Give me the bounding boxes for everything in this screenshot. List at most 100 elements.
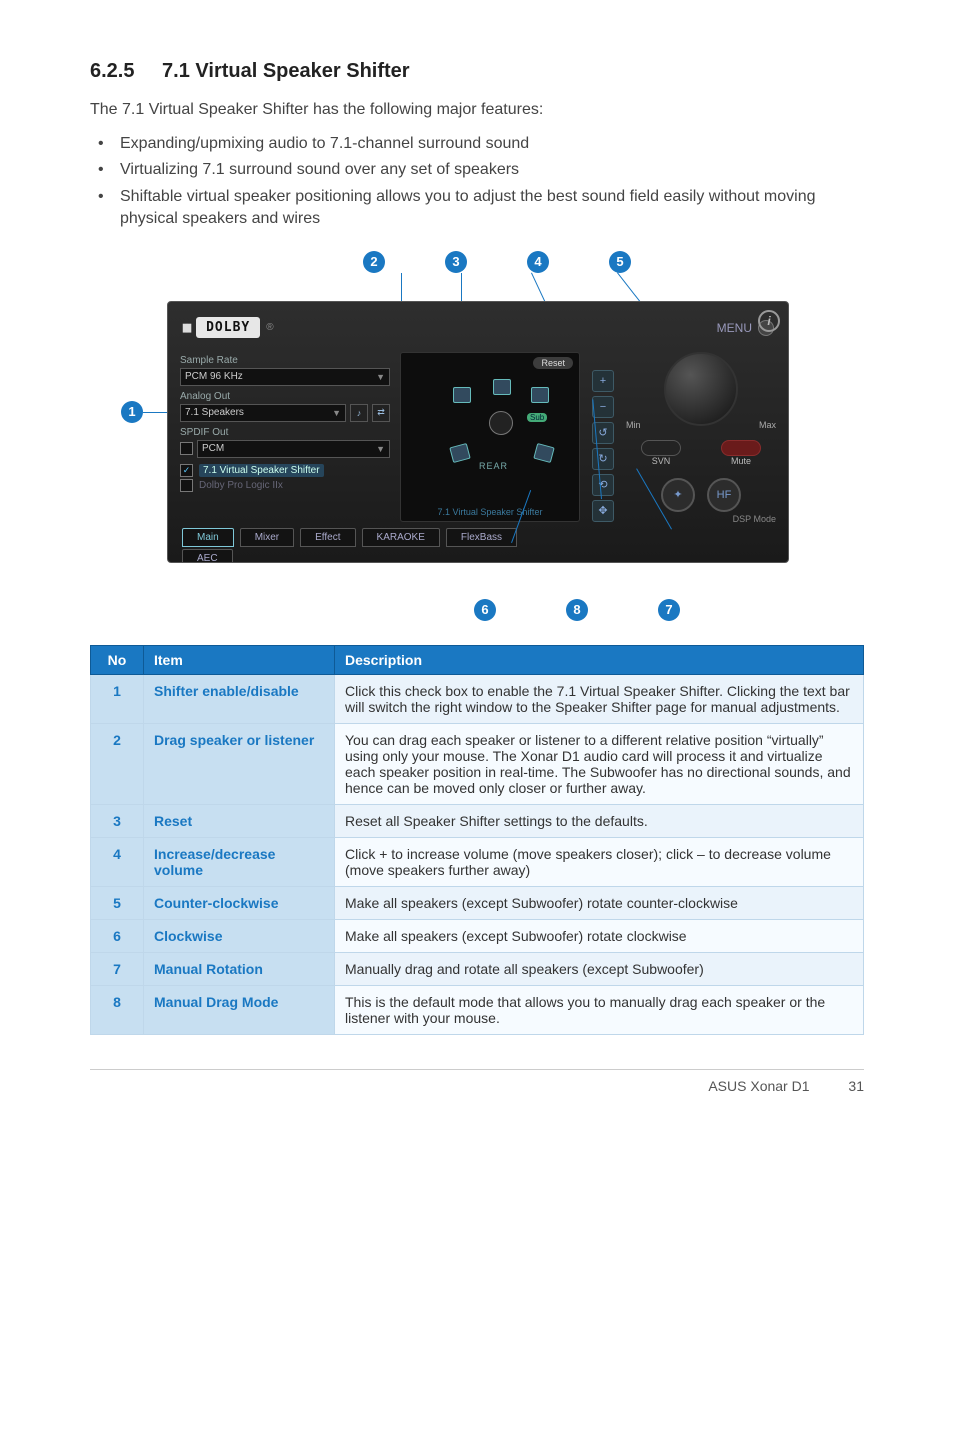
cell-no: 8 <box>91 985 144 1034</box>
col-desc-header: Description <box>335 645 864 674</box>
leader-line <box>143 412 167 413</box>
table-row: 4 Increase/decrease volume Click + to in… <box>91 837 864 886</box>
callout-row-bottom: 6 8 7 <box>97 599 857 621</box>
speaker-icon[interactable] <box>533 443 555 463</box>
table-row: 6 Clockwise Make all speakers (except Su… <box>91 919 864 952</box>
volume-plus-button[interactable]: + <box>592 370 614 392</box>
hf-label: HF <box>717 489 732 501</box>
tab-flexbass[interactable]: FlexBass <box>446 528 517 547</box>
knob-icon <box>664 352 738 426</box>
speaker-icon[interactable] <box>453 387 471 403</box>
callout-bubble: 7 <box>658 599 680 621</box>
shifter-enable-label[interactable]: 7.1 Virtual Speaker Shifter <box>199 464 324 477</box>
cell-item: Counter-clockwise <box>144 886 335 919</box>
tab-effect[interactable]: Effect <box>300 528 355 547</box>
cell-no: 2 <box>91 723 144 804</box>
section-title-text: 7.1 Virtual Speaker Shifter <box>162 60 410 82</box>
cell-desc: Click + to increase volume (move speaker… <box>335 837 864 886</box>
description-table: No Item Description 1 Shifter enable/dis… <box>90 645 864 1035</box>
speaker-shifter-canvas[interactable]: Reset Sub REAR 7.1 Virtual Speaker Shift… <box>400 352 580 522</box>
cell-item: Shifter enable/disable <box>144 674 335 723</box>
speaker-icon[interactable] <box>449 443 471 463</box>
table-body: 1 Shifter enable/disable Click this chec… <box>91 674 864 1034</box>
callout-bubble: 4 <box>527 251 549 273</box>
manual-drag-button[interactable]: ✥ <box>592 500 614 522</box>
cell-desc: Click this check box to enable the 7.1 V… <box>335 674 864 723</box>
cell-desc: This is the default mode that allows you… <box>335 985 864 1034</box>
sample-rate-select[interactable]: PCM 96 KHz ▼ <box>180 368 390 386</box>
dsp-mode-label: DSP Mode <box>733 514 776 524</box>
listener-icon[interactable] <box>489 411 513 435</box>
menu-label: MENU <box>717 321 752 335</box>
speaker-test-button[interactable]: ♪ <box>350 404 368 422</box>
left-control-panel: Sample Rate PCM 96 KHz ▼ Analog Out 7.1 … <box>180 352 390 522</box>
dolby-pl2x-checkbox[interactable] <box>180 479 193 492</box>
chevron-down-icon: ▼ <box>376 441 385 457</box>
cell-no: 1 <box>91 674 144 723</box>
tab-main[interactable]: Main <box>182 528 234 547</box>
canvas-title: 7.1 Virtual Speaker Shifter <box>401 507 579 517</box>
shifter-enable-checkbox[interactable] <box>180 464 193 477</box>
volume-knob[interactable] <box>646 352 756 426</box>
intro-paragraph: The 7.1 Virtual Speaker Shifter has the … <box>90 101 864 119</box>
reset-button[interactable]: Reset <box>533 357 573 369</box>
table-row: 3 Reset Reset all Speaker Shifter settin… <box>91 804 864 837</box>
cell-desc: Reset all Speaker Shifter settings to th… <box>335 804 864 837</box>
cell-item: Increase/decrease volume <box>144 837 335 886</box>
mute-label: Mute <box>721 456 761 466</box>
info-icon[interactable]: i <box>758 310 780 332</box>
cell-desc: Make all speakers (except Subwoofer) rot… <box>335 919 864 952</box>
manual-rotate-button[interactable]: ⟲ <box>592 474 614 496</box>
callout-bubble: 2 <box>363 251 385 273</box>
table-row: 5 Counter-clockwise Make all speakers (e… <box>91 886 864 919</box>
knob-max-label: Max <box>759 420 776 430</box>
section-heading: 6.2.5 7.1 Virtual Speaker Shifter <box>90 60 864 83</box>
feature-item: Virtualizing 7.1 surround sound over any… <box>98 159 864 181</box>
cell-desc: You can drag each speaker or listener to… <box>335 723 864 804</box>
spdif-out-value: PCM <box>202 441 224 457</box>
dsp-hf-button[interactable]: HF <box>707 478 741 512</box>
dolby-logo-icon: ▮▮ <box>182 321 190 334</box>
callout-row-top: 2 3 4 5 <box>97 251 857 273</box>
tab-mixer[interactable]: Mixer <box>240 528 294 547</box>
col-no-header: No <box>91 645 144 674</box>
spdif-enable-checkbox[interactable] <box>180 442 193 455</box>
feature-item: Shiftable virtual speaker positioning al… <box>98 186 864 231</box>
callout-bubble: 6 <box>474 599 496 621</box>
mute-toggle[interactable] <box>721 440 761 456</box>
page-footer: ASUS Xonar D1 31 <box>90 1069 864 1094</box>
chevron-down-icon: ▼ <box>376 369 385 385</box>
dolby-pl2x-label[interactable]: Dolby Pro Logic IIx <box>199 480 283 491</box>
analog-out-select[interactable]: 7.1 Speakers ▼ <box>180 404 346 422</box>
annotated-screenshot: 2 3 4 5 1 i ▮▮ DOLBY ® MENU Sample Rate <box>97 251 857 621</box>
cell-desc: Make all speakers (except Subwoofer) rot… <box>335 886 864 919</box>
cell-item: Clockwise <box>144 919 335 952</box>
volume-minus-button[interactable]: − <box>592 396 614 418</box>
chevron-down-icon: ▼ <box>332 405 341 421</box>
subwoofer-icon[interactable]: Sub <box>527 413 547 422</box>
tab-karaoke[interactable]: KARAOKE <box>362 528 440 547</box>
cell-no: 3 <box>91 804 144 837</box>
sample-rate-value: PCM 96 KHz <box>185 369 243 385</box>
cell-item: Manual Rotation <box>144 952 335 985</box>
knob-min-label: Min <box>626 420 641 430</box>
footer-page: 31 <box>848 1078 864 1094</box>
cell-no: 4 <box>91 837 144 886</box>
audio-center-window: i ▮▮ DOLBY ® MENU Sample Rate PCM 96 KHz… <box>167 301 789 563</box>
svn-toggle[interactable] <box>641 440 681 456</box>
tab-bar: Main Mixer Effect KARAOKE FlexBass <box>168 528 788 551</box>
speaker-icon[interactable] <box>531 387 549 403</box>
footer-product: ASUS Xonar D1 <box>708 1078 809 1094</box>
feature-item: Expanding/upmixing audio to 7.1-channel … <box>98 133 864 155</box>
callout-bubble: 1 <box>121 401 143 423</box>
dsp-mode-button[interactable]: ✦ <box>661 478 695 512</box>
registered-icon: ® <box>266 322 273 333</box>
spdif-out-select[interactable]: PCM ▼ <box>197 440 390 458</box>
tab-aec[interactable]: AEC <box>182 549 233 563</box>
table-row: 7 Manual Rotation Manually drag and rota… <box>91 952 864 985</box>
speaker-swap-button[interactable]: ⇄ <box>372 404 390 422</box>
rear-label: REAR <box>479 461 508 471</box>
speaker-icon[interactable] <box>493 379 511 395</box>
rotate-cw-button[interactable]: ↻ <box>592 448 614 470</box>
shifter-toolbar: + − ↺ ↻ ⟲ ✥ <box>590 352 616 522</box>
